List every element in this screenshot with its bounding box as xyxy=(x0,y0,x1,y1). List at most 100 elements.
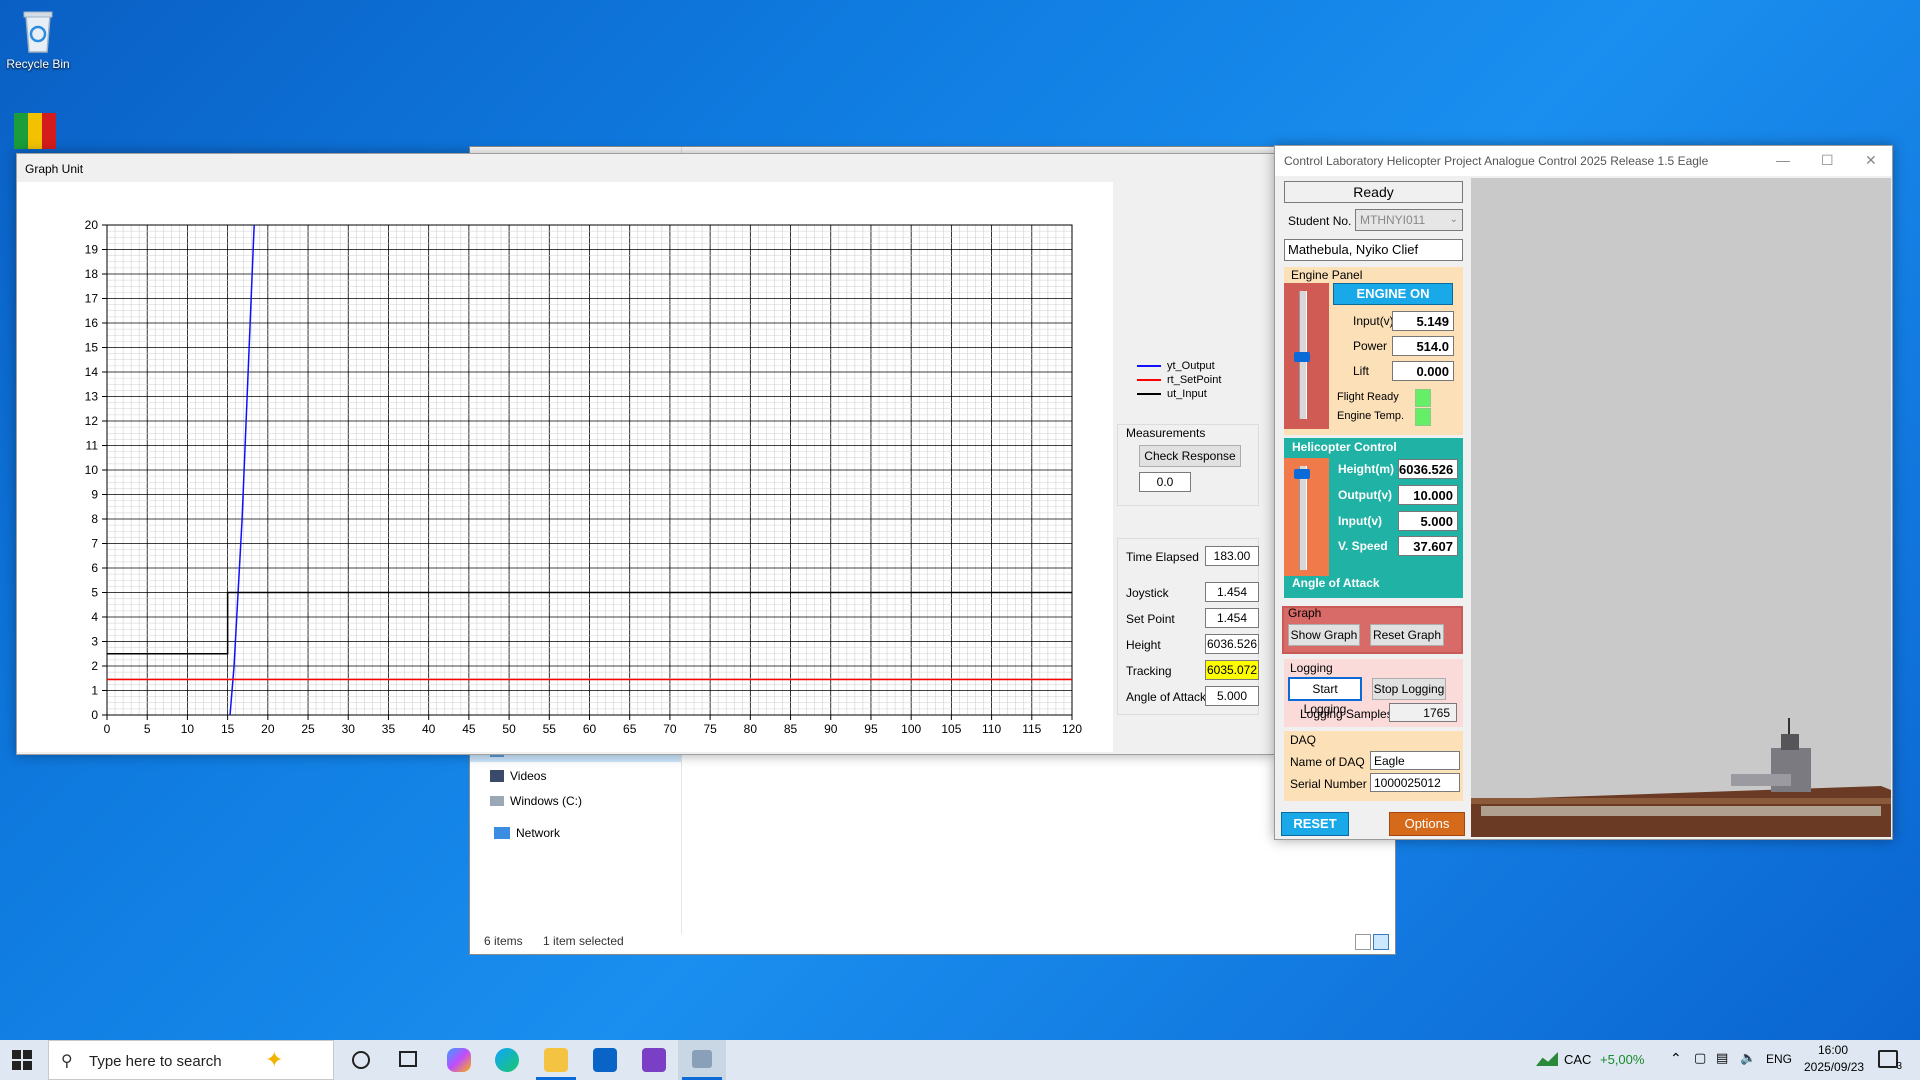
output-v-label: Output(v) xyxy=(1338,488,1392,502)
show-graph-button[interactable]: Show Graph xyxy=(1288,624,1360,646)
engine-power-value: 514.0 xyxy=(1392,336,1454,356)
large-icons-view-icon[interactable] xyxy=(1373,934,1389,950)
visual-studio-icon[interactable] xyxy=(642,1048,666,1072)
engine-panel: Engine Panel ENGINE ON Input(v) 5.149 Po… xyxy=(1284,267,1463,435)
y-tick-label: 6 xyxy=(91,561,98,575)
x-tick-label: 65 xyxy=(623,722,637,736)
ticker-change[interactable]: +5,00% xyxy=(1600,1052,1644,1067)
x-tick-label: 115 xyxy=(1022,722,1041,736)
angle-of-attack-caption: Angle of Attack xyxy=(1292,576,1380,590)
helicopter-view xyxy=(1471,178,1891,837)
nav-item-videos[interactable]: Videos xyxy=(490,769,546,783)
tracking-label: Tracking xyxy=(1126,664,1172,678)
response-chart: 0 5 10 15 20 25 30 35 40 45 50 55 60 65 70 75 80 85 90 95 10… xyxy=(85,218,1083,736)
y-tick-label: 4 xyxy=(91,610,98,624)
copilot-icon[interactable] xyxy=(447,1048,471,1072)
y-tick-label: 17 xyxy=(85,292,99,306)
start-logging-button[interactable]: Start Logging xyxy=(1288,677,1362,716)
y-tick-label: 12 xyxy=(85,414,99,428)
edge-icon[interactable] xyxy=(495,1048,519,1072)
x-tick-label: 35 xyxy=(382,722,396,736)
x-tick-label: 30 xyxy=(342,722,356,736)
student-no-select[interactable]: MTHNYI011 ⌄ xyxy=(1355,209,1463,231)
daq-name-field[interactable]: Eagle xyxy=(1370,751,1460,770)
y-tick-label: 10 xyxy=(85,463,99,477)
engine-slider-thumb[interactable] xyxy=(1294,352,1310,362)
chart-legend: yt_Output rt_SetPoint ut_Input xyxy=(1137,359,1221,401)
flight-ready-indicator xyxy=(1415,389,1431,407)
stop-logging-button[interactable]: Stop Logging xyxy=(1372,678,1446,700)
engine-temp-indicator xyxy=(1415,408,1431,426)
x-tick-label: 120 xyxy=(1062,722,1082,736)
network-tray-icon[interactable]: ▤ xyxy=(1716,1050,1728,1066)
recycle-bin-desktop-icon[interactable]: Recycle Bin xyxy=(4,8,72,71)
volume-icon[interactable]: 🔈 xyxy=(1740,1050,1756,1066)
clock-time: 16:00 xyxy=(1817,1043,1849,1057)
x-tick-label: 80 xyxy=(744,722,758,736)
search-placeholder: Type here to search xyxy=(89,1053,222,1070)
y-tick-label: 7 xyxy=(91,537,98,551)
helicopter-app-taskbar-item[interactable] xyxy=(678,1040,726,1080)
set-point-label: Set Point xyxy=(1126,612,1175,626)
outlook-icon[interactable] xyxy=(593,1048,617,1072)
daq-label: DAQ xyxy=(1290,733,1317,747)
nav-item-windows-c[interactable]: Windows (C:) xyxy=(490,794,582,808)
engine-on-button[interactable]: ENGINE ON xyxy=(1333,283,1453,305)
helicopter-control-panel: Helicopter Control Height(m) 6036.526 Ou… xyxy=(1284,438,1463,598)
y-tick-label: 14 xyxy=(85,365,99,379)
windows-logo-icon xyxy=(12,1050,32,1070)
reset-graph-button[interactable]: Reset Graph xyxy=(1370,624,1444,646)
notification-center-icon[interactable]: 3 xyxy=(1878,1050,1902,1072)
details-view-icon[interactable] xyxy=(1355,934,1371,950)
heli-slider-thumb[interactable] xyxy=(1294,469,1310,479)
start-button[interactable] xyxy=(12,1050,32,1070)
explorer-status-bar: 6 items 1 item selected xyxy=(470,930,1395,954)
reset-button[interactable]: RESET xyxy=(1281,812,1349,836)
engine-power-label: Power xyxy=(1353,339,1388,353)
measurements-group: Measurements Check Response 0.0 xyxy=(1117,424,1259,506)
y-tick-label: 9 xyxy=(91,488,98,502)
aircraft-carrier-image xyxy=(1471,178,1891,837)
y-tick-label: 11 xyxy=(86,439,99,453)
engine-temp-label: Engine Temp. xyxy=(1337,410,1405,422)
language-indicator[interactable]: ENG xyxy=(1766,1052,1792,1066)
heli-slider-track[interactable] xyxy=(1299,466,1307,570)
x-tick-label: 105 xyxy=(941,722,961,736)
file-explorer-icon[interactable] xyxy=(544,1048,568,1072)
meet-now-icon[interactable]: ▢ xyxy=(1694,1050,1706,1066)
y-tick-label: 15 xyxy=(85,341,99,355)
engine-panel-label: Engine Panel xyxy=(1291,268,1363,282)
options-button[interactable]: Options xyxy=(1389,812,1465,836)
x-tick-label: 110 xyxy=(982,722,1001,736)
graph-unit-window: Graph Unit 0 5 10 15 20 25 30 35 40 45 50 55 60 65 70 7… xyxy=(16,153,1275,755)
measurements-label: Measurements xyxy=(1126,426,1206,440)
check-response-button[interactable]: Check Response xyxy=(1139,445,1241,467)
show-hidden-icons-icon[interactable]: ⌃ xyxy=(1670,1050,1682,1067)
student-no-value: MTHNYI011 xyxy=(1360,213,1426,227)
height-m-value: 6036.526 xyxy=(1398,459,1458,479)
x-tick-label: 5 xyxy=(144,722,151,736)
check-response-value: 0.0 xyxy=(1139,472,1191,492)
height-label: Height xyxy=(1126,638,1161,652)
nav-item-network[interactable]: Network xyxy=(494,826,560,840)
graph-group: Graph Show Graph Reset Graph xyxy=(1282,606,1463,654)
clock[interactable]: 16:00 2025/09/23 xyxy=(1804,1042,1864,1076)
v-speed-value: 37.607 xyxy=(1398,536,1458,556)
maximize-icon[interactable]: ☐ xyxy=(1821,152,1834,169)
y-tick-label: 20 xyxy=(85,218,99,232)
status-items-count: 6 items xyxy=(484,934,523,948)
task-view-icon[interactable] xyxy=(399,1051,417,1067)
y-tick-label: 5 xyxy=(91,586,98,600)
app-shortcut-icon[interactable] xyxy=(14,113,62,153)
x-tick-label: 70 xyxy=(663,722,677,736)
close-icon[interactable]: ✕ xyxy=(1865,152,1877,169)
cortana-icon[interactable] xyxy=(352,1051,370,1069)
x-tick-label: 15 xyxy=(221,722,235,736)
taskbar-search-box[interactable]: ⚲ Type here to search ✦ xyxy=(48,1040,334,1080)
serial-number-field[interactable]: 1000025012 xyxy=(1370,773,1460,792)
x-tick-label: 0 xyxy=(104,722,111,736)
height-value: 6036.526 xyxy=(1205,634,1259,654)
minimize-icon[interactable]: — xyxy=(1776,152,1790,168)
student-name-field[interactable]: Mathebula, Nyiko Clief xyxy=(1284,239,1463,261)
ticker-symbol[interactable]: CAC xyxy=(1564,1052,1591,1067)
